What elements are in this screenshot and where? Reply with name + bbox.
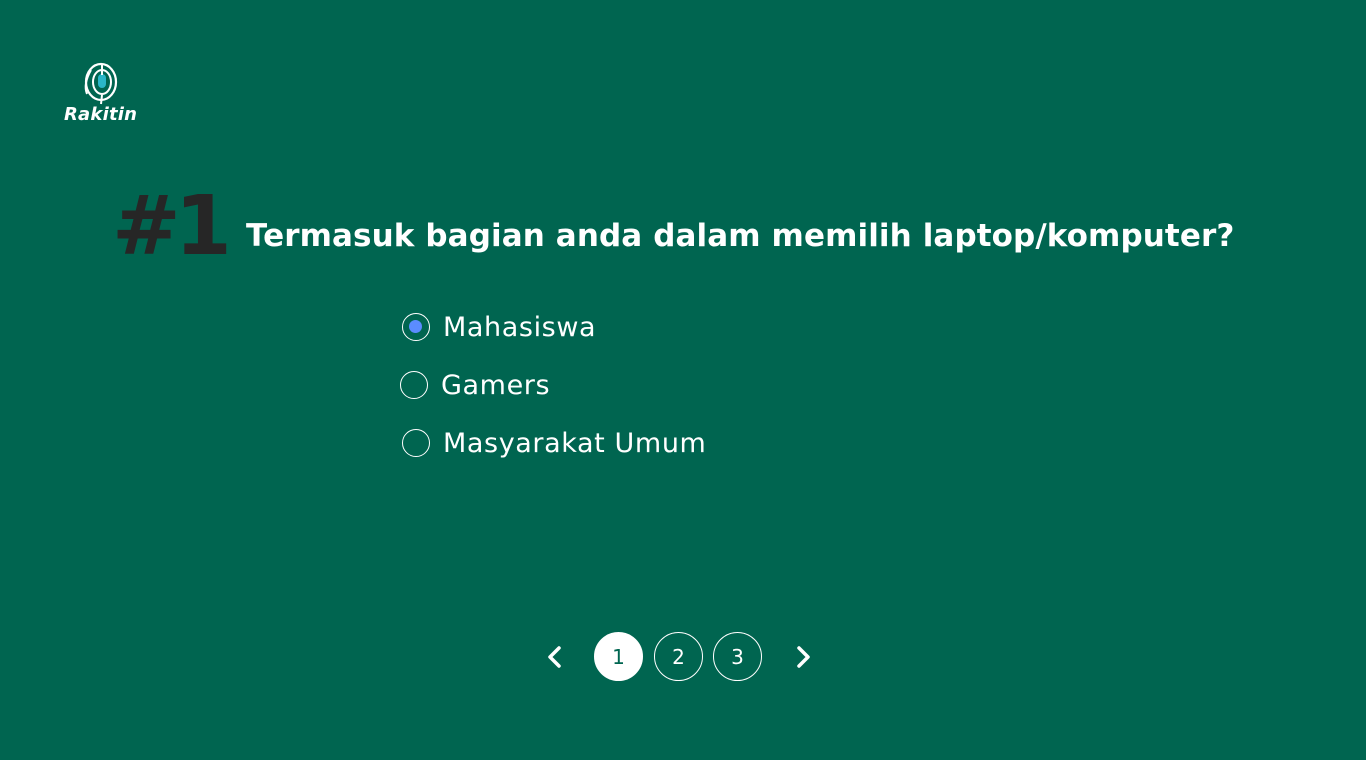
page-button-1[interactable]: 1 <box>594 632 643 681</box>
option-label: Masyarakat Umum <box>443 427 707 459</box>
radio-button[interactable] <box>400 371 428 399</box>
chevron-right-icon[interactable] <box>790 644 816 670</box>
brand-logo[interactable]: Rakitin <box>62 62 142 130</box>
option-label: Gamers <box>441 369 551 401</box>
option-mahasiswa[interactable]: Mahasiswa <box>402 308 706 346</box>
question-number: #1 <box>112 179 232 274</box>
option-gamers[interactable]: Gamers <box>400 366 706 404</box>
option-label: Mahasiswa <box>443 311 597 343</box>
question-text: Termasuk bagian anda dalam memilih lapto… <box>246 218 1235 254</box>
answer-options: Mahasiswa Gamers Masyarakat Umum <box>400 308 706 482</box>
brand-name: Rakitin <box>64 104 138 125</box>
radio-button[interactable] <box>402 429 430 457</box>
radio-button-selected[interactable] <box>402 313 430 341</box>
mouse-logo-icon <box>84 62 118 105</box>
questionnaire-page: Rakitin #1 Termasuk bagian anda dalam me… <box>0 0 1366 760</box>
chevron-left-icon[interactable] <box>542 644 568 670</box>
option-masyarakat-umum[interactable]: Masyarakat Umum <box>402 424 706 462</box>
page-button-2[interactable]: 2 <box>654 632 703 681</box>
page-button-3[interactable]: 3 <box>713 632 762 681</box>
